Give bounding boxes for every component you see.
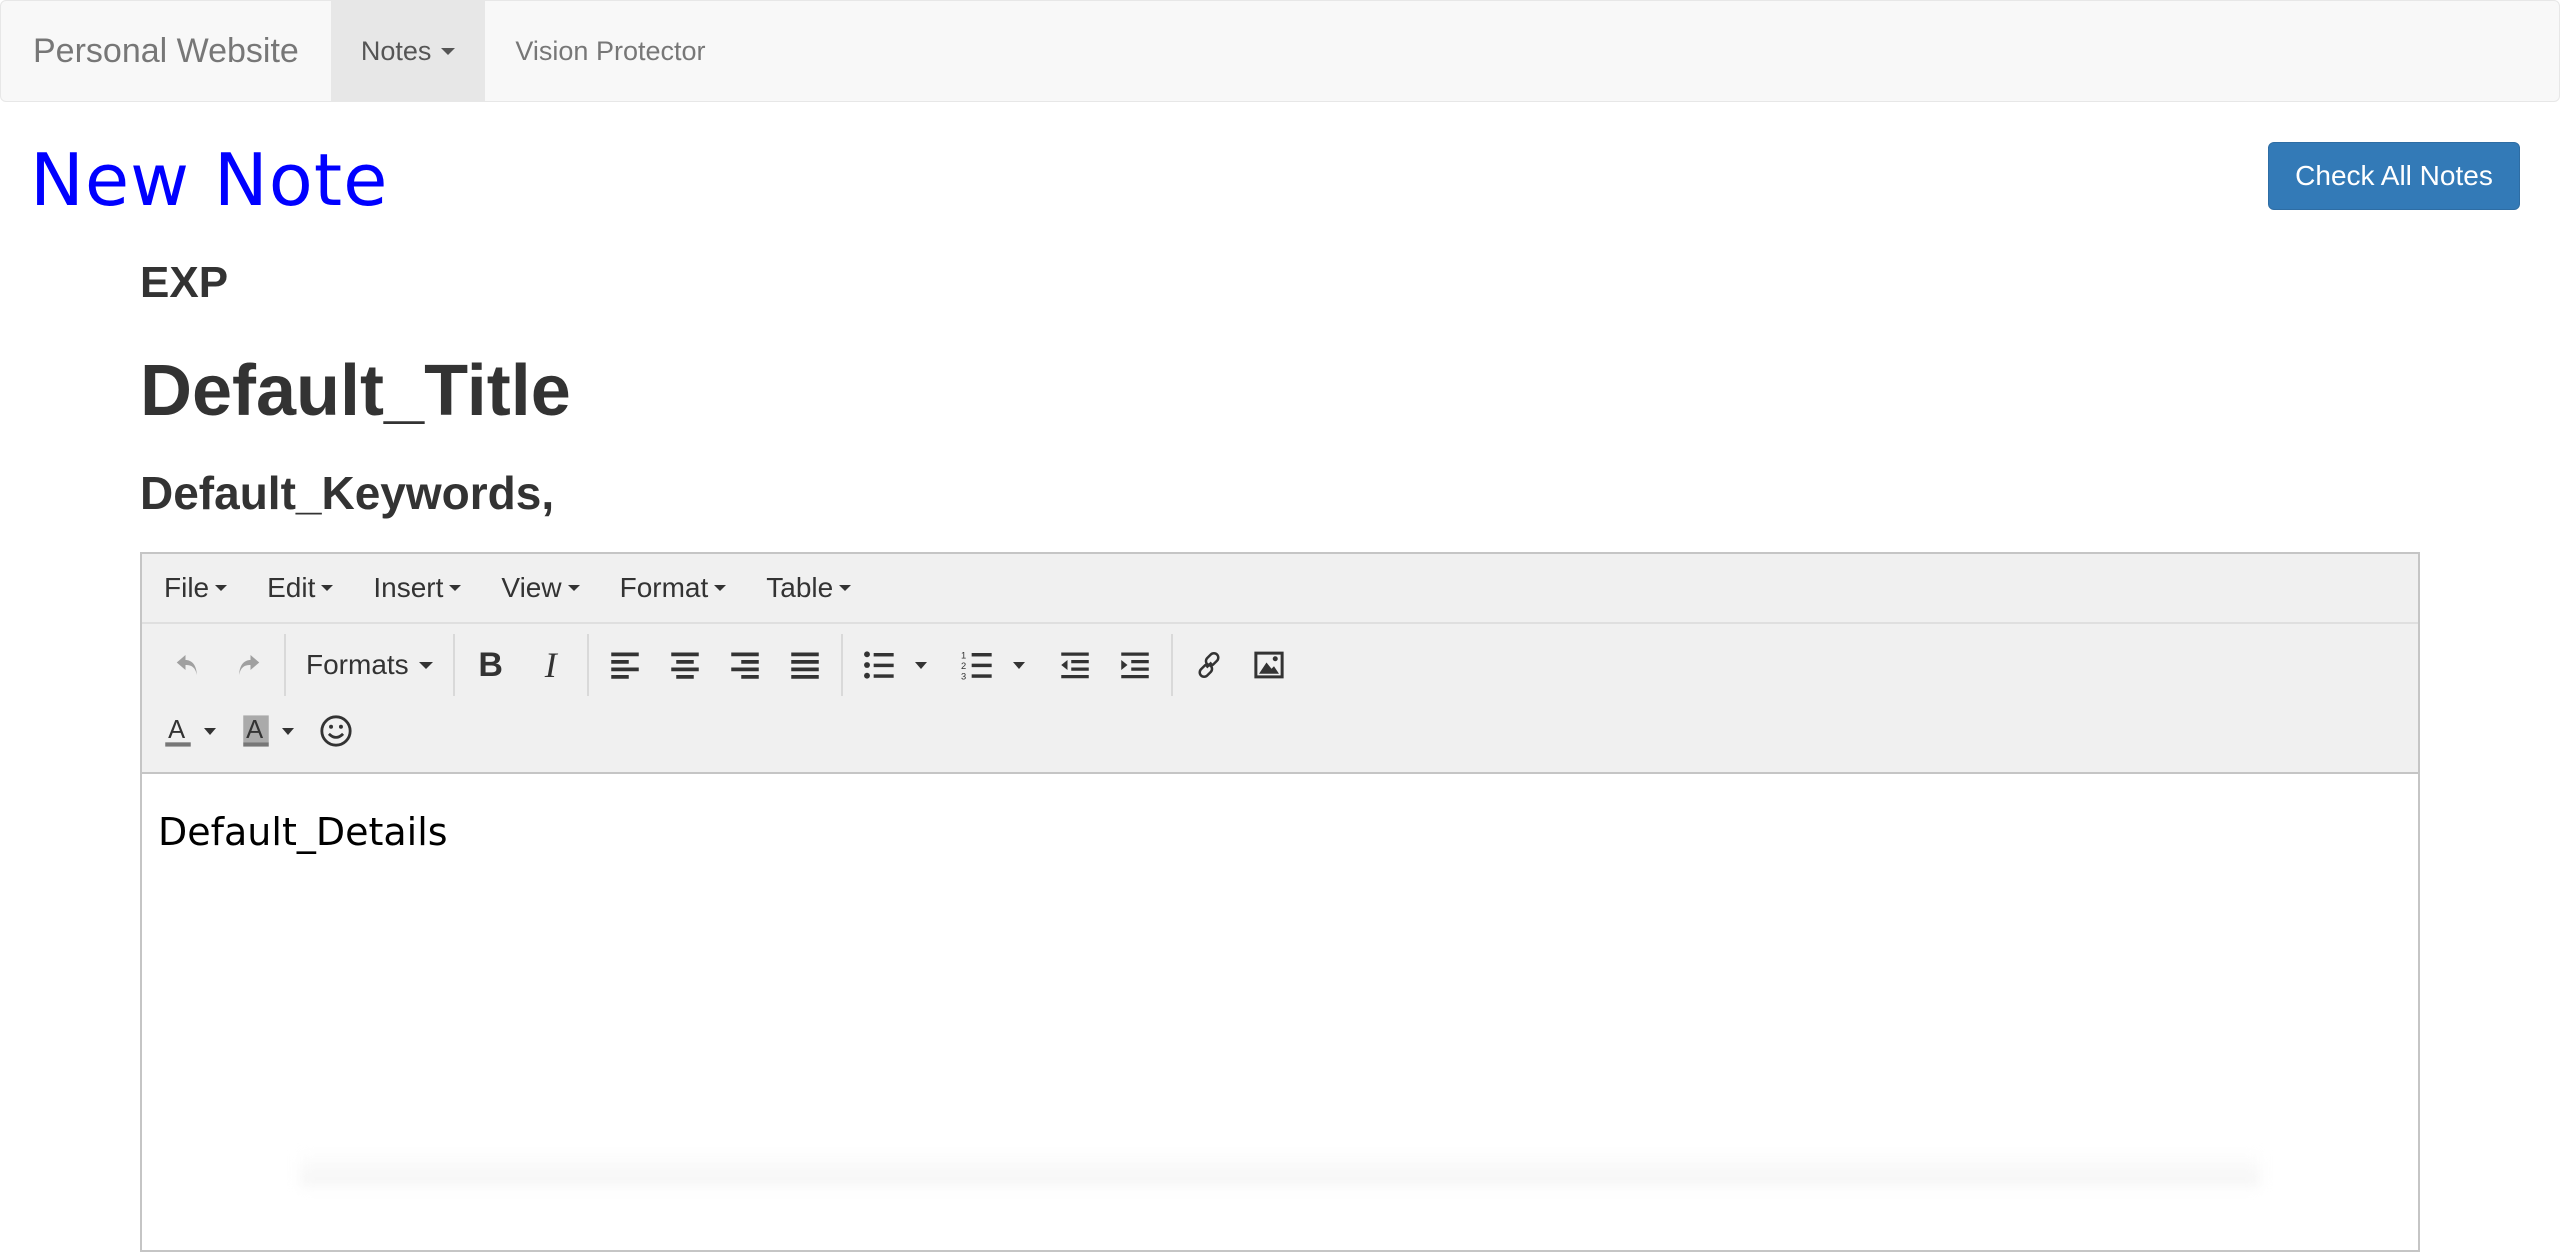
redo-button[interactable] — [218, 637, 278, 693]
bullet-list-options[interactable] — [909, 661, 933, 669]
menu-format-label: Format — [619, 572, 709, 603]
link-icon — [1198, 651, 1220, 679]
formats-label: Formats — [306, 649, 409, 680]
caret-down-icon — [714, 585, 727, 591]
menu-table-label: Table — [766, 572, 834, 603]
caret-down-icon — [321, 585, 334, 591]
history-group — [152, 634, 286, 696]
link-button[interactable] — [1179, 637, 1239, 693]
indent-icon — [1120, 652, 1149, 679]
menu-edit-label: Edit — [267, 572, 316, 603]
svg-text:A: A — [246, 716, 263, 744]
svg-text:3: 3 — [961, 672, 966, 680]
outdent-icon — [1060, 652, 1089, 679]
caret-down-icon — [1012, 661, 1025, 669]
emoticon-icon — [320, 715, 352, 747]
caret-down-icon — [215, 585, 228, 591]
menu-insert-label: Insert — [373, 572, 444, 603]
check-all-notes-button[interactable]: Check All Notes — [2268, 142, 2520, 210]
indent-button[interactable] — [1105, 637, 1165, 693]
caret-down-icon — [914, 661, 927, 669]
svg-text:A: A — [168, 716, 185, 744]
menu-file-label: File — [164, 572, 210, 603]
menu-format[interactable]: Format — [620, 572, 727, 604]
note-details: Default_Details — [158, 810, 448, 854]
align-center-icon — [670, 652, 699, 679]
note-title[interactable]: Default_Title — [140, 350, 571, 432]
bullet-list-button[interactable] — [849, 637, 909, 693]
align-left-icon — [610, 652, 639, 679]
numbered-list-options[interactable] — [1007, 661, 1031, 669]
text-color-button[interactable]: A — [158, 703, 198, 759]
caret-down-icon — [282, 727, 294, 735]
align-right-button[interactable] — [715, 637, 775, 693]
bold-button[interactable]: B — [461, 637, 521, 693]
svg-text:2: 2 — [961, 661, 966, 671]
insert-group — [1173, 634, 1305, 696]
emoticon-button[interactable] — [306, 703, 366, 759]
list-group: 123 — [843, 634, 1173, 696]
bullet-list-icon — [863, 651, 894, 679]
undo-button[interactable] — [158, 637, 218, 693]
redo-icon — [239, 655, 260, 675]
svg-text:1: 1 — [961, 650, 966, 660]
editor-menubar: File Edit Insert View Format Table — [142, 554, 2418, 624]
text-style-group: B I — [455, 634, 589, 696]
nav-notes-label: Notes — [360, 35, 432, 66]
align-left-button[interactable] — [595, 637, 655, 693]
undo-icon — [176, 655, 197, 675]
align-center-button[interactable] — [655, 637, 715, 693]
align-right-icon — [730, 652, 759, 679]
note-keywords[interactable]: Default_Keywords, — [140, 466, 554, 520]
align-group — [589, 634, 843, 696]
formats-group: Formats — [286, 634, 455, 696]
editor-content-area[interactable]: Default_Details — [142, 774, 2418, 890]
nav-notes-dropdown[interactable]: Notes — [330, 1, 486, 101]
editor-toolbar: Formats B I 1 2 3 A A — [142, 624, 2418, 774]
color-group: A A — [152, 700, 372, 762]
menu-view-label: View — [501, 572, 562, 603]
menu-table[interactable]: Table — [766, 572, 852, 604]
background-color-icon: A — [243, 715, 269, 747]
menu-file[interactable]: File — [164, 572, 228, 604]
background-color-options[interactable] — [276, 727, 300, 735]
align-justify-icon — [790, 652, 819, 679]
image-button[interactable] — [1239, 637, 1299, 693]
menu-edit[interactable]: Edit — [267, 572, 334, 604]
caret-down-icon — [839, 585, 852, 591]
navbar: Personal Website Notes Vision Protector — [0, 0, 2560, 102]
menu-view[interactable]: View — [501, 572, 580, 604]
align-justify-button[interactable] — [775, 637, 835, 693]
page-title: New Note — [30, 138, 389, 222]
brand-link[interactable]: Personal Website — [1, 1, 331, 101]
caret-down-icon — [418, 661, 433, 669]
nav-vision-protector[interactable]: Vision Protector — [485, 1, 735, 101]
background-color-button[interactable]: A — [236, 703, 276, 759]
rich-text-editor: File Edit Insert View Format Table Forma… — [140, 552, 2420, 1252]
editor-bottom-shadow — [300, 1150, 2260, 1186]
caret-down-icon — [449, 585, 462, 591]
image-icon — [1254, 651, 1284, 679]
caret-down-icon — [567, 585, 580, 591]
caret-down-icon — [204, 727, 216, 735]
italic-button[interactable]: I — [521, 637, 581, 693]
caret-down-icon — [441, 47, 456, 55]
outdent-button[interactable] — [1045, 637, 1105, 693]
bold-icon: B — [478, 645, 503, 684]
numbered-list-icon: 123 — [961, 650, 992, 680]
formats-dropdown[interactable]: Formats — [292, 637, 447, 693]
note-type[interactable]: EXP — [140, 258, 228, 308]
italic-icon: I — [544, 645, 557, 685]
text-color-icon: A — [165, 716, 191, 747]
menu-insert[interactable]: Insert — [373, 572, 462, 604]
text-color-options[interactable] — [198, 727, 222, 735]
numbered-list-button[interactable]: 123 — [947, 637, 1007, 693]
